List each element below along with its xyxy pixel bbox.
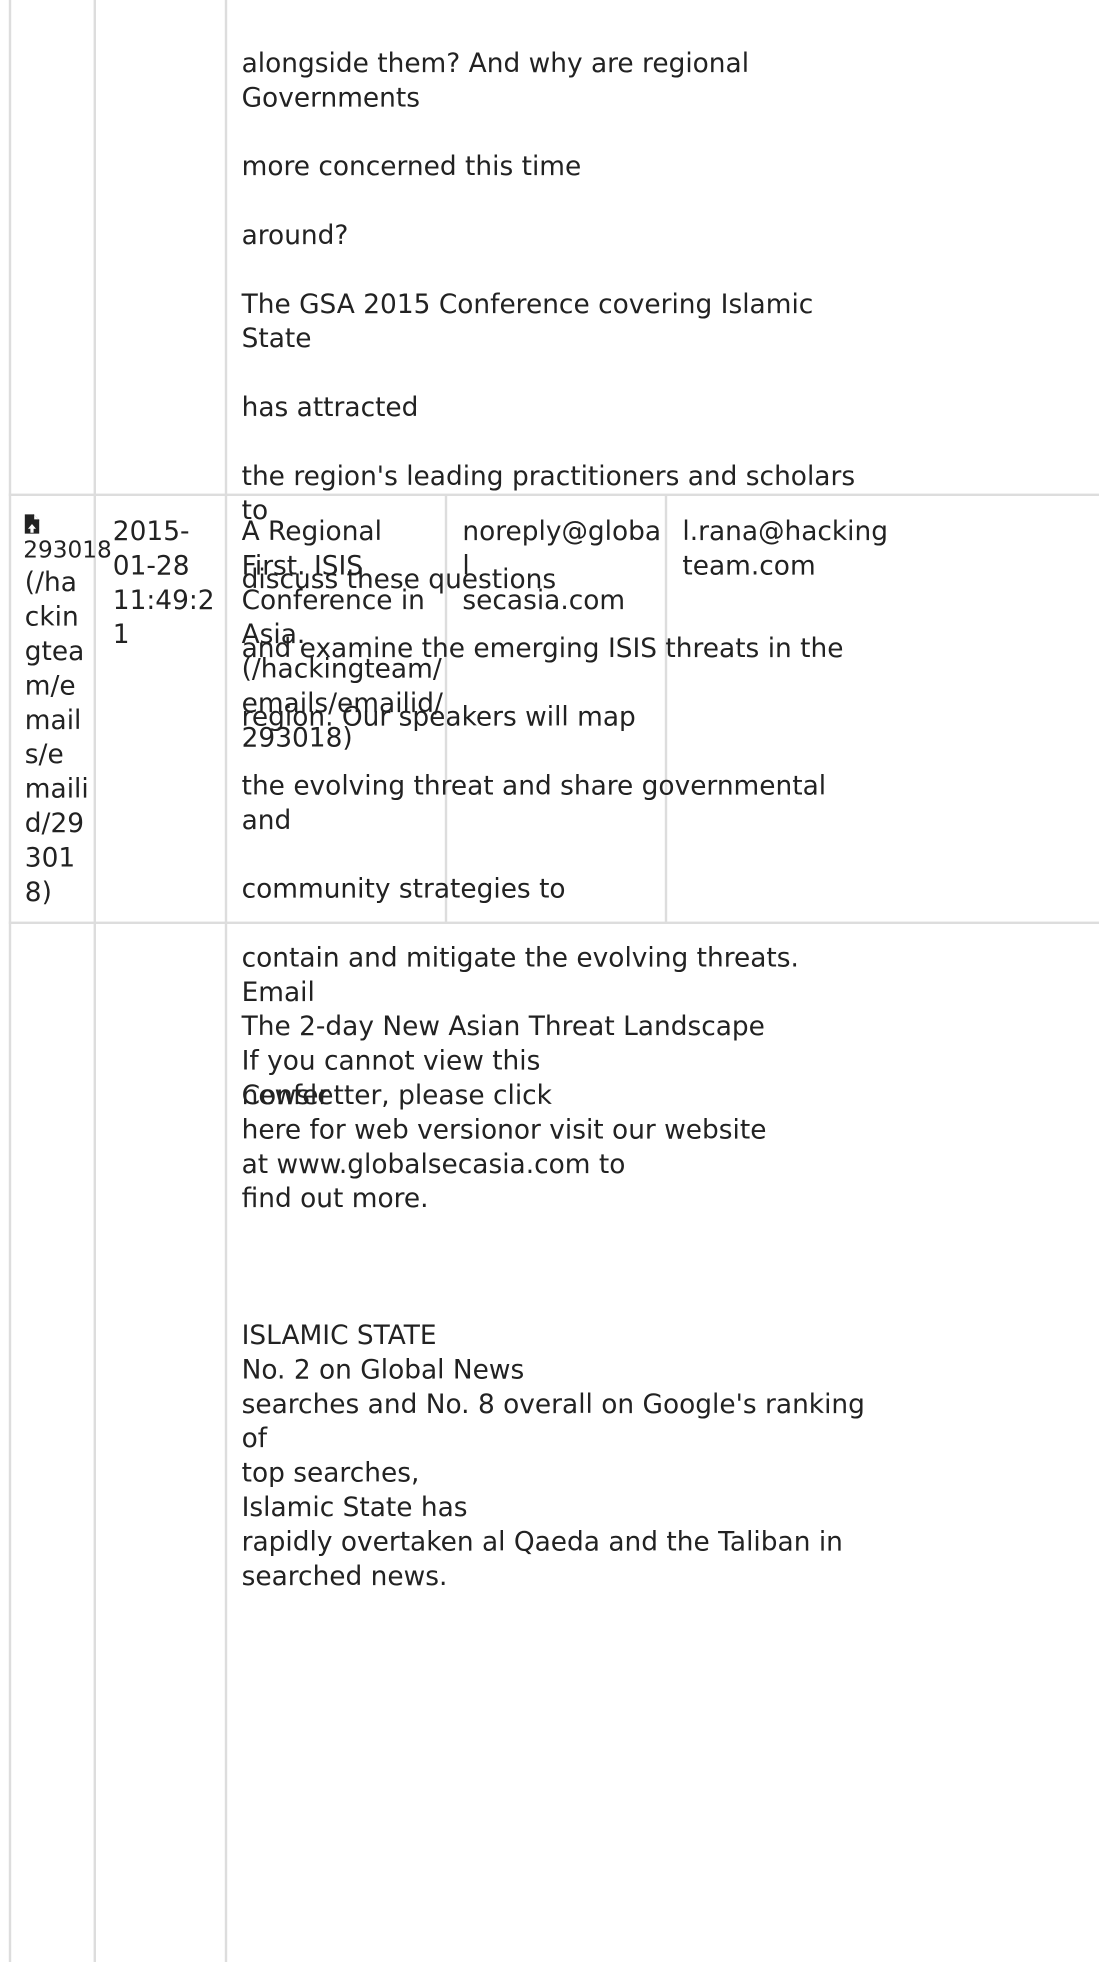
table-left-border xyxy=(8,496,12,924)
body-line: The 2-day New Asian Threat Landscape xyxy=(241,1010,765,1042)
email-id-link[interactable]: (/ha ckin gtea m/e mail s/e maili d/29 3… xyxy=(25,565,92,909)
email-id-label[interactable]: 293018 xyxy=(23,538,112,562)
col-divider-1 xyxy=(93,0,96,1962)
body-line: around? xyxy=(241,219,349,251)
table-left-border-bottom xyxy=(8,924,12,1962)
body-line: alongside them? And why are regional Gov… xyxy=(241,47,750,113)
body-line: more concerned this time xyxy=(241,150,582,182)
section-text: No. 2 on Global News searches and No. 8 … xyxy=(241,1353,865,1592)
table-left-border-top xyxy=(8,0,12,496)
body-line: contain and mitigate the evolving threat… xyxy=(241,941,799,973)
page: alongside them? And why are regional Gov… xyxy=(0,0,1099,1962)
body-line: has attracted xyxy=(241,391,419,423)
col-divider-2 xyxy=(224,0,228,1962)
body-line: community strategies to xyxy=(241,872,566,904)
file-upload-icon[interactable] xyxy=(23,514,41,535)
email-body-heading: Email xyxy=(241,976,315,1008)
email-to: l.rana@hacking team.com xyxy=(682,515,889,581)
body-line: The GSA 2015 Conference covering Islamic… xyxy=(241,288,814,354)
email-date: 2015- 01-28 11:49:2 1 xyxy=(112,515,215,650)
section-title: ISLAMIC STATE xyxy=(241,1319,437,1351)
newsletter-notice: If you cannot view this newsletter, plea… xyxy=(241,1044,767,1214)
email-from: noreply@global secasia.com xyxy=(462,515,662,616)
body-line: the evolving threat and share government… xyxy=(241,769,827,836)
email-subject-link[interactable]: A Regional First. ISIS Conference in Asi… xyxy=(242,514,443,755)
email-table: alongside them? And why are regional Gov… xyxy=(0,0,1099,1962)
